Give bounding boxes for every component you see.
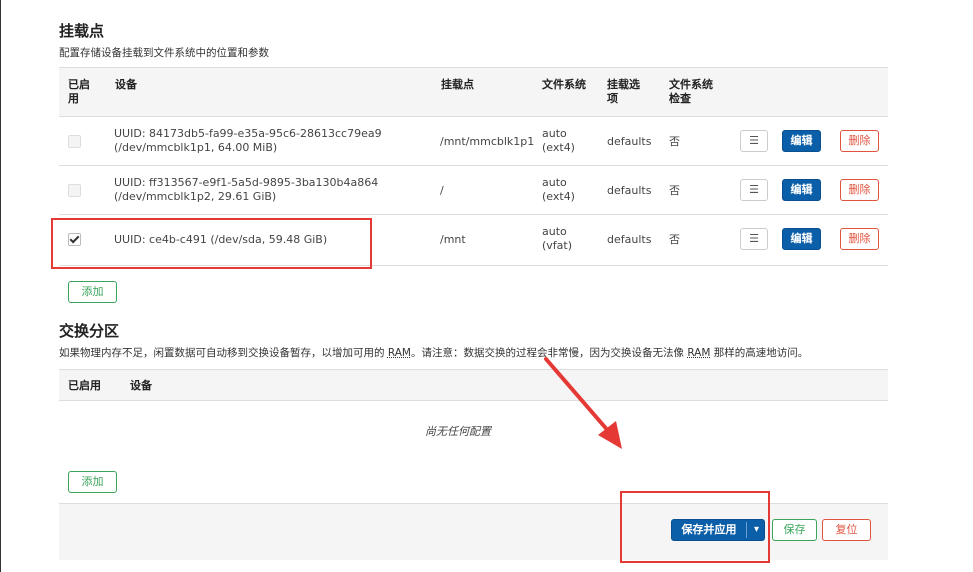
delete-button[interactable]: 删除 [840, 179, 879, 201]
swap-desc-part: 如果物理内存不足，闲置数据可自动移到交换设备暂存，以增加可用的 [59, 347, 388, 359]
enabled-checkbox[interactable] [68, 184, 81, 197]
header-fsck: 文件系统检查 [669, 78, 713, 105]
ram-abbr: RAM [387, 347, 411, 359]
options-value: defaults [607, 184, 652, 197]
fs-type: (ext4) [542, 190, 575, 203]
swap-table-divider [59, 400, 888, 401]
window-edge [0, 0, 1, 572]
enabled-checkbox[interactable] [68, 135, 81, 148]
annotation-arrow-icon [544, 357, 622, 449]
device-uuid: UUID: ff313567-e9f1-5a5d-9895-3ba130b4a8… [114, 176, 379, 189]
swap-desc-part: 那样的高速地访问。 [710, 347, 809, 359]
row-menu-button[interactable]: ☰ [740, 179, 768, 201]
header-mountpoint: 挂载点 [441, 78, 474, 91]
mount-table: 已启用 设备 挂载点 文件系统 挂载选项 文件系统检查 UUID: 84173d… [59, 67, 888, 305]
mountpoint-value: /mnt/mmcblk1p1 [440, 135, 535, 148]
header-device: 设备 [130, 379, 152, 392]
device-path: (/dev/mmcblk1p1, 64.00 MiB) [114, 141, 278, 154]
fsck-value: 否 [669, 184, 680, 197]
swap-add-button[interactable]: 添加 [68, 471, 117, 493]
header-enabled: 已启用 [68, 379, 101, 392]
fs-value: auto [542, 225, 567, 238]
mount-table-header: 已启用 设备 挂载点 文件系统 挂载选项 文件系统检查 [59, 67, 888, 117]
swap-section-description: 如果物理内存不足，闲置数据可自动移到交换设备暂存，以增加可用的 RAM。请注意：… [59, 345, 808, 360]
mount-section-title: 挂载点 [59, 22, 105, 40]
empty-placeholder: 尚无任何配置 [425, 425, 491, 438]
swap-table-header: 已启用 设备 [59, 369, 888, 401]
fs-value: auto [542, 127, 567, 140]
fs-value: auto [542, 176, 567, 189]
header-device: 设备 [115, 78, 137, 91]
mountpoint-value: / [440, 184, 444, 197]
options-value: defaults [607, 135, 652, 148]
device-uuid: UUID: 84173db5-fa99-e35a-95c6-28613cc79e… [114, 127, 382, 140]
fs-type: (ext4) [542, 141, 575, 154]
mount-add-button[interactable]: 添加 [68, 281, 117, 303]
edit-button[interactable]: 编辑 [782, 179, 821, 201]
delete-button[interactable]: 删除 [840, 130, 879, 152]
edit-button[interactable]: 编辑 [782, 228, 821, 250]
table-row: UUID: ff313567-e9f1-5a5d-9895-3ba130b4a8… [59, 165, 888, 215]
ram-abbr: RAM [687, 347, 711, 359]
save-button[interactable]: 保存 [772, 519, 817, 541]
swap-section-title: 交换分区 [59, 322, 120, 340]
mount-section-description: 配置存储设备挂载到文件系统中的位置和参数 [59, 47, 269, 59]
fsck-value: 否 [669, 233, 680, 246]
header-filesystem: 文件系统 [542, 78, 586, 91]
annotation-highlight-apply [620, 491, 770, 563]
delete-button[interactable]: 删除 [840, 228, 879, 250]
row-menu-button[interactable]: ☰ [740, 130, 768, 152]
device-path: (/dev/mmcblk1p2, 29.61 GiB) [114, 190, 277, 203]
options-value: defaults [607, 233, 652, 246]
reset-button[interactable]: 复位 [822, 519, 871, 541]
header-enabled: 已启用 [68, 78, 90, 105]
annotation-highlight-row [51, 218, 372, 269]
table-row: UUID: 84173db5-fa99-e35a-95c6-28613cc79e… [59, 116, 888, 166]
row-menu-button[interactable]: ☰ [740, 228, 768, 250]
fsck-value: 否 [669, 135, 680, 148]
edit-button[interactable]: 编辑 [782, 130, 821, 152]
swap-table: 已启用 设备 尚无任何配置 [59, 369, 888, 489]
mountpoint-value: /mnt [440, 233, 466, 246]
fs-type: (vfat) [542, 239, 573, 252]
header-mount-options: 挂载选项 [607, 78, 640, 105]
